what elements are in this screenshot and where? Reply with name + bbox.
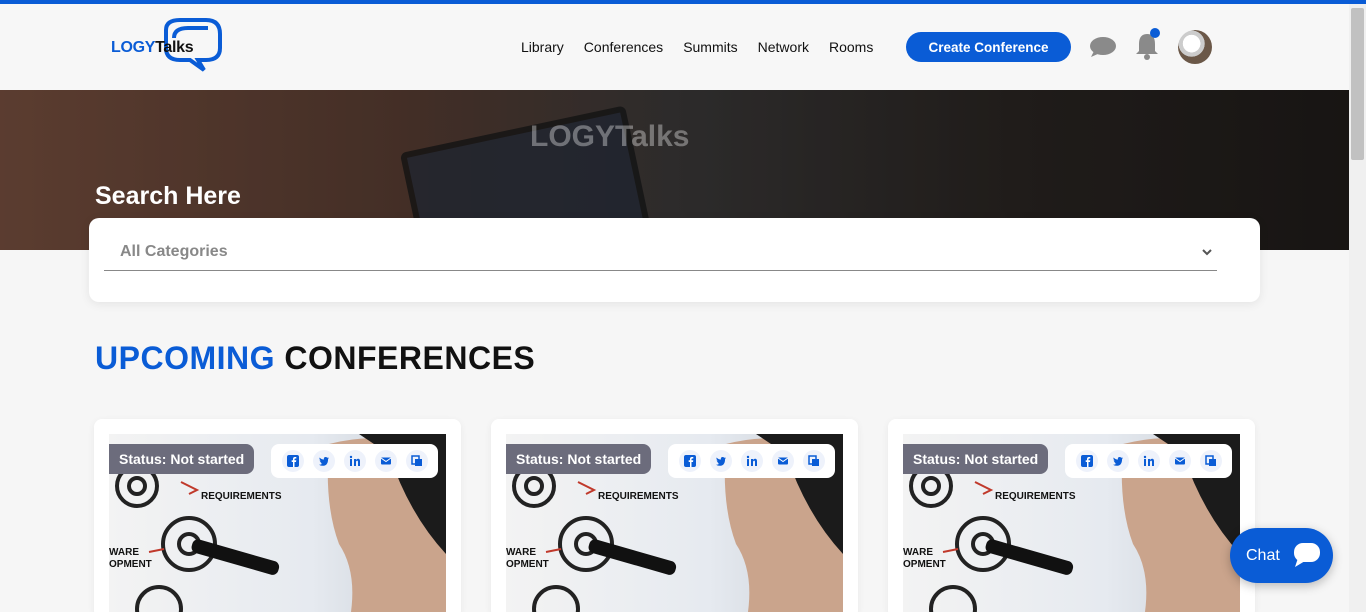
twitter-icon[interactable] [1106,450,1129,472]
conference-card[interactable]: REQUIREMENTS WARE OPMENT Status: Not sta… [491,419,858,612]
image-label-requirements: REQUIREMENTS [201,491,282,502]
share-bar [271,444,438,478]
create-conference-button[interactable]: Create Conference [906,32,1071,62]
chat-bubble-icon [1294,543,1320,567]
twitter-icon[interactable] [709,450,732,472]
hero-title: Search Here [95,182,241,210]
image-label-ware: WARE [109,547,139,558]
chat-icon[interactable] [1089,36,1117,58]
linkedin-icon[interactable] [1137,450,1160,472]
section-title: UPCOMING CONFERENCES [95,340,535,377]
image-label-opment: OPMENT [903,559,946,570]
facebook-icon[interactable] [1075,450,1098,472]
image-label-requirements: REQUIREMENTS [598,491,679,502]
chat-widget-button[interactable]: Chat [1230,528,1333,583]
status-badge: Status: Not started [109,444,255,474]
section-title-rest: CONFERENCES [284,340,536,376]
image-label-ware: WARE [506,547,536,558]
section-title-highlight: UPCOMING [95,340,275,376]
copy-icon[interactable] [802,450,825,472]
search-card: All Categories [89,218,1260,302]
nav-link-summits[interactable]: Summits [683,39,737,55]
facebook-icon[interactable] [678,450,701,472]
hero-watermark: LOGYTalks [530,120,690,153]
category-select[interactable]: All Categories [120,243,228,261]
nav-link-rooms[interactable]: Rooms [829,39,873,55]
image-label-requirements: REQUIREMENTS [995,491,1076,502]
avatar[interactable] [1178,30,1212,64]
nav-link-conferences[interactable]: Conferences [584,39,663,55]
email-icon[interactable] [1168,450,1191,472]
conference-card[interactable]: REQUIREMENTS WARE OPMENT Status: Not sta… [94,419,461,612]
logo-text-part2: Talks [155,39,194,56]
status-badge: Status: Not started [903,444,1049,474]
linkedin-icon[interactable] [343,450,366,472]
chevron-down-icon[interactable] [1201,246,1213,258]
copy-icon[interactable] [405,450,428,472]
share-bar [668,444,835,478]
nav-link-network[interactable]: Network [758,39,809,55]
logo[interactable]: LOGYTalks [108,18,228,76]
status-badge: Status: Not started [506,444,652,474]
select-underline [104,270,1217,271]
image-label-opment: OPMENT [506,559,549,570]
image-label-opment: OPMENT [109,559,152,570]
chat-widget-label: Chat [1246,547,1280,564]
navbar: LOGYTalks Library Conferences Summits Ne… [0,4,1349,90]
linkedin-icon[interactable] [740,450,763,472]
nav-link-library[interactable]: Library [521,39,564,55]
scrollbar-thumb[interactable] [1351,8,1364,160]
conference-card[interactable]: REQUIREMENTS WARE OPMENT Status: Not sta… [888,419,1255,612]
main-nav: Library Conferences Summits Network Room… [521,39,893,55]
share-bar [1065,444,1232,478]
email-icon[interactable] [771,450,794,472]
facebook-icon[interactable] [281,450,304,472]
image-label-ware: WARE [903,547,933,558]
twitter-icon[interactable] [312,450,335,472]
email-icon[interactable] [374,450,397,472]
logo-text-part1: LOGY [111,39,156,56]
notification-dot [1150,28,1160,38]
copy-icon[interactable] [1199,450,1222,472]
